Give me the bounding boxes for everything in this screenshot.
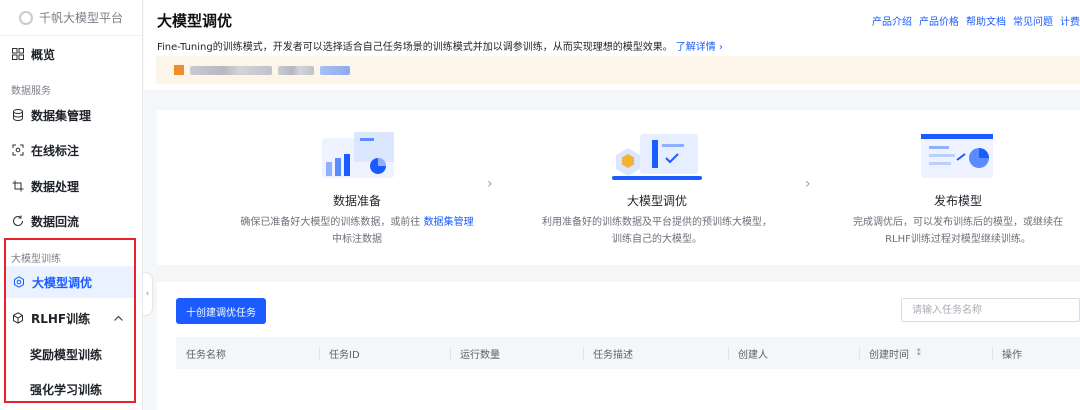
top-links: 产品介绍 产品价格 帮助文档 常见问题 计费: [872, 13, 1080, 28]
refresh-icon: [11, 214, 25, 228]
sort-icon[interactable]: ↕: [915, 348, 923, 358]
workflow-steps: 数据准备 确保已准备好大模型的训练数据，或前往 数据集管理 中标注数据 › 大模…: [157, 110, 1080, 265]
column-header-task-name: 任务名称: [186, 349, 226, 361]
data-chart-illustration-icon: [322, 132, 394, 178]
sidebar-item-label: 数据回流: [31, 214, 80, 229]
sidebar-collapse-handle[interactable]: ‹: [143, 272, 153, 316]
group-label-data: 数据服务: [11, 86, 51, 97]
step-description: 完成调优后，可以发布训练后的模型，或继续在RLHF训练过程对模型继续训练。: [853, 217, 1063, 245]
redacted-text: [190, 65, 272, 75]
page-description: Fine-Tuning的训练模式，开发者可以选择适合自己任务场景的训练模式并加以…: [157, 38, 723, 53]
model-tuning-illustration-icon: [612, 134, 702, 180]
link-pricing[interactable]: 产品价格: [919, 13, 959, 28]
chevron-right-icon: ›: [805, 176, 811, 192]
step-description: 利用准备好的训练数据及平台提供的预训练大模型，训练自己的大模型。: [542, 217, 772, 245]
highlight-box: [4, 238, 136, 403]
chevron-left-icon: ‹: [145, 289, 150, 299]
page-header: 大模型调优 产品介绍 产品价格 帮助文档 常见问题 计费 Fine-Tuning…: [144, 0, 1080, 90]
link-docs[interactable]: 帮助文档: [966, 13, 1006, 28]
create-tuning-task-button[interactable]: 十创建调优任务: [176, 298, 266, 324]
description-text: Fine-Tuning的训练模式，开发者可以选择适合自己任务场景的训练模式并加以…: [157, 42, 673, 53]
link-product-intro[interactable]: 产品介绍: [872, 13, 912, 28]
brand-logo-icon: [18, 10, 33, 25]
sidebar-item-processing[interactable]: 数据处理: [0, 170, 135, 202]
table-header: 任务名称 任务ID 运行数量 任务描述 创建人 创建时间 ↕ 操作: [176, 337, 1080, 369]
column-header-actions: 操作: [992, 337, 1080, 369]
step-tuning: 大模型调优 利用准备好的训练数据及平台提供的预训练大模型，训练自己的大模型。: [532, 110, 782, 265]
sidebar-item-annotation[interactable]: 在线标注: [0, 134, 135, 166]
step-title: 大模型调优: [626, 194, 687, 208]
column-header-creator: 创建人: [728, 337, 859, 369]
column-header-task-id: 任务ID: [319, 337, 450, 369]
grid-icon: [11, 47, 25, 61]
step-title: 数据准备: [332, 194, 381, 208]
chevron-right-icon: ›: [487, 176, 493, 192]
redacted-link: [320, 65, 350, 75]
database-icon: [11, 108, 25, 122]
step-title: 发布模型: [933, 194, 982, 208]
task-search-input[interactable]: [901, 298, 1080, 322]
publish-illustration-icon: [921, 134, 993, 178]
scan-icon: [11, 143, 25, 157]
dataset-management-link[interactable]: 数据集管理: [424, 217, 474, 228]
brand[interactable]: 千帆大模型平台: [0, 0, 142, 36]
learn-more-link[interactable]: 了解详情 ›: [676, 42, 723, 53]
column-header-created-time[interactable]: 创建时间 ↕: [859, 337, 992, 369]
notice-banner: [156, 56, 1080, 84]
sidebar-item-overview[interactable]: 概览: [0, 38, 135, 70]
brand-name: 千帆大模型平台: [38, 11, 123, 25]
step-publish: 发布模型 完成调优后，可以发布训练后的模型，或继续在RLHF训练过程对模型继续训…: [833, 110, 1080, 265]
column-header-label: 创建时间: [869, 349, 909, 361]
step-data-prep: 数据准备 确保已准备好大模型的训练数据，或前往 数据集管理 中标注数据: [232, 110, 482, 265]
sidebar-item-label: 数据集管理: [31, 108, 92, 123]
sidebar-item-label: 概览: [31, 47, 56, 62]
page-title: 大模型调优: [157, 12, 233, 30]
link-billing[interactable]: 计费: [1060, 13, 1080, 28]
step-description: 确保已准备好大模型的训练数据，或前往 数据集管理 中标注数据: [232, 214, 482, 248]
sidebar-item-reflow[interactable]: 数据回流: [0, 205, 135, 237]
link-faq[interactable]: 常见问题: [1013, 13, 1053, 28]
task-panel: 十创建调优任务 任务名称 任务ID 运行数量 任务描述 创建人 创建时间 ↕ 操…: [157, 282, 1080, 410]
sidebar-item-dataset[interactable]: 数据集管理: [0, 99, 135, 131]
redacted-text: [278, 65, 314, 75]
crop-icon: [11, 179, 25, 193]
column-header-run-count: 运行数量: [450, 337, 583, 369]
step-desc-text: 确保已准备好大模型的训练数据，或前往: [240, 217, 424, 228]
app-root: 千帆大模型平台 概览 数据服务 数据集管理 在线标注 数据处理 数据回流 大模型…: [0, 0, 1080, 410]
column-header-task-desc: 任务描述: [583, 337, 728, 369]
sidebar-item-label: 数据处理: [31, 179, 80, 194]
notice-icon: [174, 65, 184, 75]
sidebar: 千帆大模型平台 概览 数据服务 数据集管理 在线标注 数据处理 数据回流 大模型…: [0, 0, 143, 410]
step-desc-text: 中标注数据: [332, 234, 382, 245]
sidebar-item-label: 在线标注: [31, 143, 80, 158]
